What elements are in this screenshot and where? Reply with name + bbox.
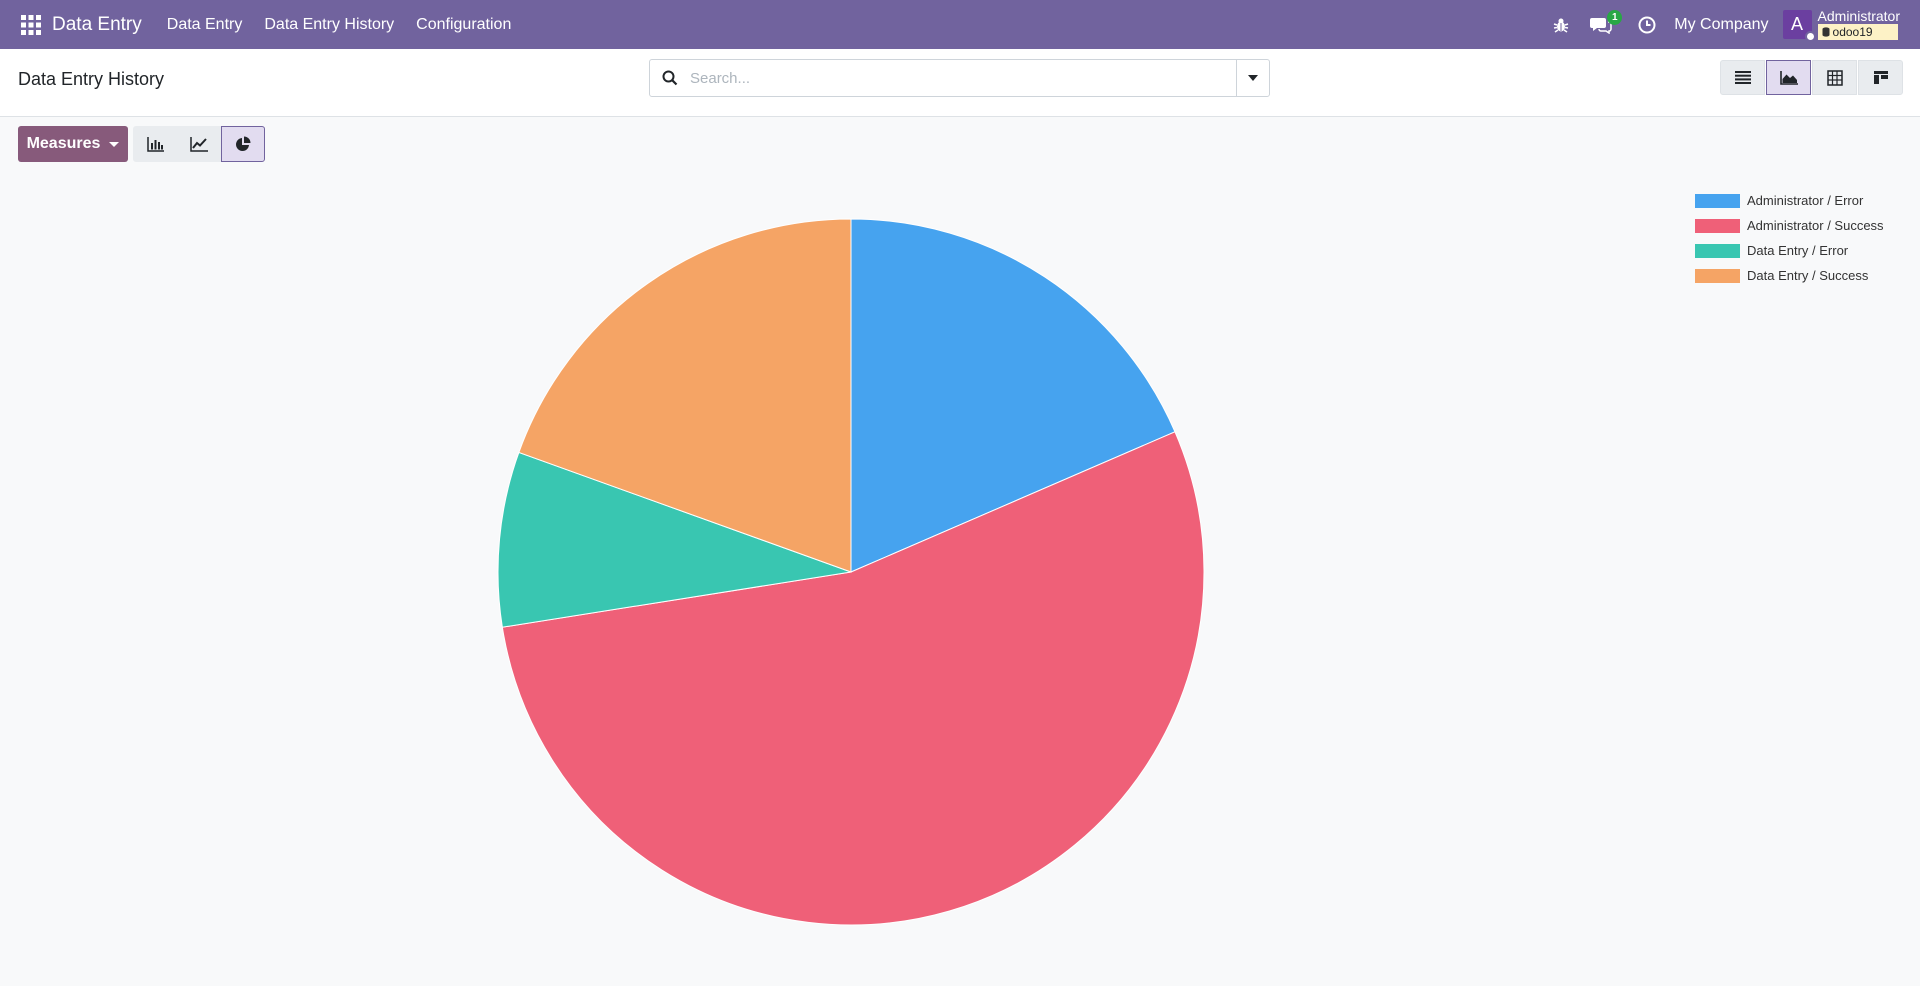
pie-chart-icon [236, 136, 251, 151]
legend-swatch [1695, 193, 1740, 208]
legend-swatch [1695, 243, 1740, 258]
user-name: Administrator [1817, 8, 1900, 24]
bar-chart-icon [146, 136, 164, 152]
search-input[interactable] [690, 61, 1236, 95]
caret-down-icon [109, 141, 120, 147]
list-view-button[interactable] [1720, 60, 1765, 95]
kanban-view-button[interactable] [1858, 60, 1903, 95]
legend-item[interactable]: Data Entry / Success [1695, 263, 1884, 288]
line-chart-button[interactable] [177, 126, 221, 162]
bug-icon[interactable] [1548, 12, 1574, 38]
menu-data-entry[interactable]: Data Entry [156, 16, 254, 34]
database-name: odoo19 [1832, 25, 1873, 39]
chart-mode-group [133, 126, 265, 162]
control-panel: Data Entry History [0, 49, 1920, 117]
caret-down-icon [1248, 75, 1258, 81]
breadcrumb: Data Entry History [18, 69, 165, 89]
pie-chart [497, 218, 1205, 926]
legend-swatch [1695, 218, 1740, 233]
legend-item[interactable]: Administrator / Success [1695, 213, 1884, 238]
company-switcher[interactable]: My Company [1674, 16, 1768, 34]
graph-view-button[interactable] [1766, 60, 1811, 95]
search-bar [649, 59, 1270, 97]
pivot-view-button[interactable] [1812, 60, 1857, 95]
search-options-toggle[interactable] [1236, 60, 1269, 96]
legend-label: Data Entry / Success [1747, 268, 1869, 283]
measures-button[interactable]: Measures [18, 126, 128, 162]
message-count-badge: 1 [1607, 9, 1623, 25]
chart-legend: Administrator / Error Administrator / Suc… [1695, 188, 1884, 288]
database-badge: odoo19 [1817, 24, 1898, 40]
line-chart-icon [190, 136, 208, 152]
top-navbar: Data Entry Data Entry Data Entry History… [0, 0, 1920, 49]
avatar-initial: A [1791, 14, 1804, 34]
database-icon [1822, 27, 1830, 37]
menu-configuration[interactable]: Configuration [405, 16, 522, 34]
legend-label: Administrator / Success [1747, 218, 1884, 233]
app-brand[interactable]: Data Entry [52, 14, 142, 36]
apps-grid-icon[interactable] [16, 10, 46, 40]
view-switcher [1720, 60, 1904, 95]
legend-item[interactable]: Administrator / Error [1695, 188, 1884, 213]
pie-chart-button[interactable] [221, 126, 265, 162]
bar-chart-button[interactable] [133, 126, 177, 162]
measures-label: Measures [26, 135, 101, 152]
area-chart-icon [1779, 70, 1798, 85]
pivot-table-icon [1826, 69, 1843, 86]
legend-swatch [1695, 268, 1740, 283]
legend-label: Administrator / Error [1747, 193, 1864, 208]
chat-icon[interactable]: 1 [1588, 9, 1623, 38]
menu-data-entry-history[interactable]: Data Entry History [253, 16, 405, 34]
legend-label: Data Entry / Error [1747, 243, 1849, 258]
avatar[interactable]: A [1782, 10, 1816, 42]
clock-icon[interactable] [1634, 12, 1660, 38]
systray: 1 My Company A Administrator odoo19 [1548, 0, 1920, 49]
user-menu[interactable]: Administrator odoo19 [1817, 8, 1900, 40]
list-icon [1734, 71, 1751, 84]
kanban-icon [1873, 70, 1888, 84]
search-icon [650, 60, 690, 96]
legend-item[interactable]: Data Entry / Error [1695, 238, 1884, 263]
status-indicator [1804, 31, 1816, 42]
